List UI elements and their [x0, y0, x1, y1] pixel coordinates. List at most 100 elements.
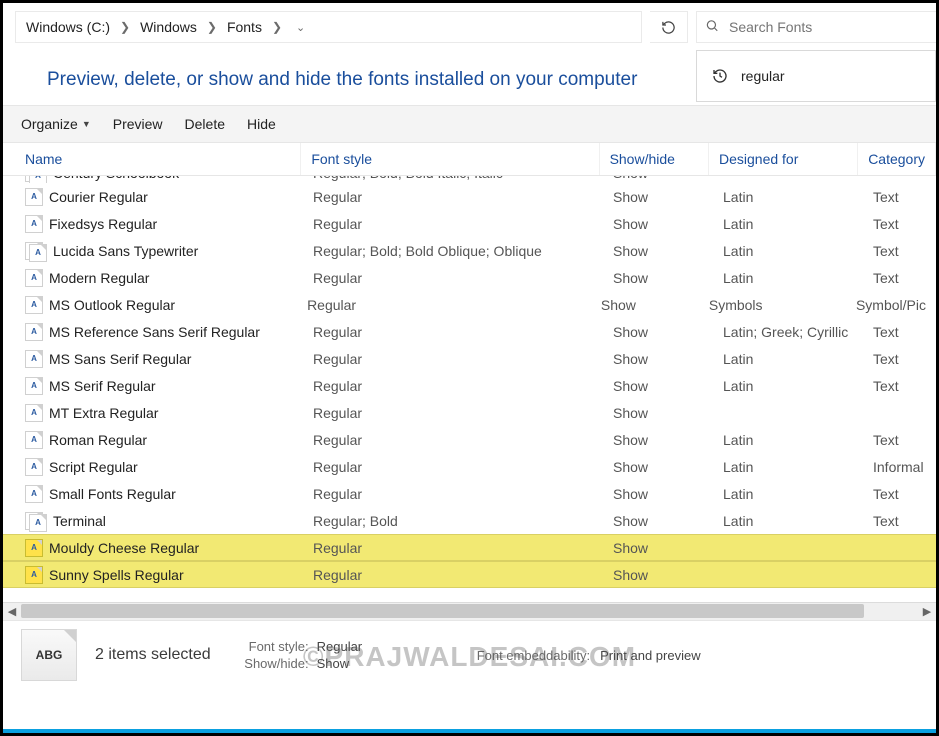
font-icon: AA [25, 512, 47, 530]
bottom-accent [3, 729, 936, 733]
font-name: MS Outlook Regular [49, 297, 175, 313]
font-name: Courier Regular [49, 189, 148, 205]
font-style-cell: Regular; Bold [303, 513, 603, 529]
font-style-cell: Regular [303, 405, 603, 421]
font-name: Modern Regular [49, 270, 149, 286]
font-name-cell: AMouldy Cheese Regular [3, 539, 303, 557]
category-cell: Text [863, 324, 936, 340]
designed-cell: Latin [713, 378, 863, 394]
table-row[interactable]: ASmall Fonts RegularRegularShowLatinText [3, 480, 936, 507]
table-row[interactable]: AMS Sans Serif RegularRegularShowLatinTe… [3, 345, 936, 372]
category-cell: Text [863, 243, 936, 259]
category-cell: Text [863, 486, 936, 502]
font-icon: A [25, 377, 43, 395]
font-icon: A [25, 350, 43, 368]
table-row[interactable]: AACentury SchoolbookRegular; Bold; Bold … [3, 176, 936, 183]
font-name: Terminal [53, 513, 106, 529]
font-name-cell: A MS Serif Regular [3, 377, 303, 395]
showhide-cell: Show [603, 243, 713, 259]
table-row[interactable]: AModern RegularRegularShowLatinText [3, 264, 936, 291]
showhide-cell: Show [603, 378, 713, 394]
table-row[interactable]: AMS Serif RegularRegularShowLatinText [3, 372, 936, 399]
refresh-button[interactable] [650, 11, 688, 43]
scroll-right-icon[interactable]: ▶ [918, 603, 936, 621]
breadcrumb[interactable]: Windows (C:) ❯ Windows ❯ Fonts ❯ ⌄ [15, 11, 642, 43]
scroll-track[interactable] [21, 603, 918, 620]
chevron-down-icon[interactable]: ⌄ [288, 21, 313, 34]
designed-cell: Latin [713, 486, 863, 502]
font-style-cell: Regular [303, 216, 603, 232]
font-style-cell: Regular [303, 567, 603, 583]
table-row[interactable]: AALucida Sans TypewriterRegular; Bold; B… [3, 237, 936, 264]
toolbar: Organize ▼ Preview Delete Hide [3, 105, 936, 143]
showhide-cell: Show [603, 567, 713, 583]
font-style-cell: Regular [303, 378, 603, 394]
col-header-name[interactable]: Name [3, 143, 301, 175]
search-history-item[interactable]: regular [697, 61, 935, 91]
font-icon: A [25, 404, 43, 422]
font-style-cell: Regular [303, 486, 603, 502]
table-row[interactable]: AMS Outlook RegularRegularShowSymbolsSym… [3, 291, 936, 318]
table-row[interactable]: AMS Reference Sans Serif RegularRegularS… [3, 318, 936, 345]
col-header-designed[interactable]: Designed for [709, 143, 858, 175]
chevron-right-icon[interactable]: ❯ [114, 20, 136, 34]
font-name: MS Sans Serif Regular [49, 351, 191, 367]
table-row[interactable]: ACourier RegularRegularShowLatinText [3, 183, 936, 210]
search-history-dropdown: regular [696, 50, 936, 102]
font-name-cell: AA Terminal [3, 512, 303, 530]
font-name: MS Serif Regular [49, 378, 156, 394]
breadcrumb-item[interactable]: Windows [136, 17, 201, 37]
showhide-cell: Show [603, 432, 713, 448]
search-input[interactable] [697, 12, 936, 42]
font-style-cell: Regular; Bold; Bold Oblique; Oblique [303, 243, 603, 259]
showhide-cell: Show [603, 405, 713, 421]
designed-cell: Latin [713, 270, 863, 286]
font-name: Lucida Sans Typewriter [53, 243, 198, 259]
table-row[interactable]: A MT Extra Regular RegularShow [3, 399, 936, 426]
chevron-right-icon[interactable]: ❯ [201, 20, 223, 34]
font-name: Century Schoolbook [53, 176, 179, 181]
organize-menu[interactable]: Organize ▼ [21, 116, 91, 132]
col-header-showhide[interactable]: Show/hide [600, 143, 709, 175]
details-meta-2: Font embeddability:Print and preview [460, 648, 700, 663]
breadcrumb-item[interactable]: Fonts [223, 17, 266, 37]
category-cell: Text [863, 351, 936, 367]
caret-down-icon: ▼ [82, 119, 91, 129]
font-style-cell: Regular [303, 270, 603, 286]
table-row[interactable]: ASunny Spells RegularRegularShow [3, 561, 936, 588]
category-cell: Text [863, 189, 936, 205]
scroll-thumb[interactable] [21, 604, 864, 618]
breadcrumb-item[interactable]: Windows (C:) [22, 17, 114, 37]
font-style-cell: Regular [303, 189, 603, 205]
refresh-icon [661, 20, 676, 35]
history-icon [711, 67, 729, 85]
font-list: AACentury SchoolbookRegular; Bold; Bold … [3, 176, 936, 602]
scroll-left-icon[interactable]: ◀ [3, 603, 21, 621]
table-row[interactable]: AFixedsys RegularRegularShowLatinText [3, 210, 936, 237]
details-pane: ABG 2 items selected Font style:Regular … [3, 620, 936, 693]
category-cell: Text [863, 432, 936, 448]
font-name-cell: ACourier Regular [3, 188, 303, 206]
font-icon: A [25, 323, 43, 341]
font-icon: A [25, 458, 43, 476]
showhide-cell: Show [603, 176, 713, 181]
col-header-style[interactable]: Font style [301, 143, 599, 175]
col-header-category[interactable]: Category [858, 143, 936, 175]
category-cell: Informal [863, 459, 936, 475]
chevron-right-icon[interactable]: ❯ [266, 20, 288, 34]
font-name-cell: AModern Regular [3, 269, 303, 287]
table-row[interactable]: AMouldy Cheese RegularRegularShow [3, 534, 936, 561]
font-name-cell: AScript Regular [3, 458, 303, 476]
preview-button[interactable]: Preview [113, 116, 163, 132]
table-row[interactable]: AScript RegularRegularShowLatinInformal [3, 453, 936, 480]
font-name-cell: A MS Sans Serif Regular [3, 350, 303, 368]
table-row[interactable]: AATerminalRegular; BoldShowLatinText [3, 507, 936, 534]
designed-cell: Latin [713, 216, 863, 232]
font-name-cell: A MT Extra Regular [3, 404, 303, 422]
font-name: MT Extra Regular [49, 405, 158, 421]
table-row[interactable]: ARoman RegularRegularShowLatinText [3, 426, 936, 453]
horizontal-scrollbar[interactable]: ◀ ▶ [3, 602, 936, 620]
delete-button[interactable]: Delete [185, 116, 225, 132]
hide-button[interactable]: Hide [247, 116, 276, 132]
showhide-cell: Show [603, 540, 713, 556]
